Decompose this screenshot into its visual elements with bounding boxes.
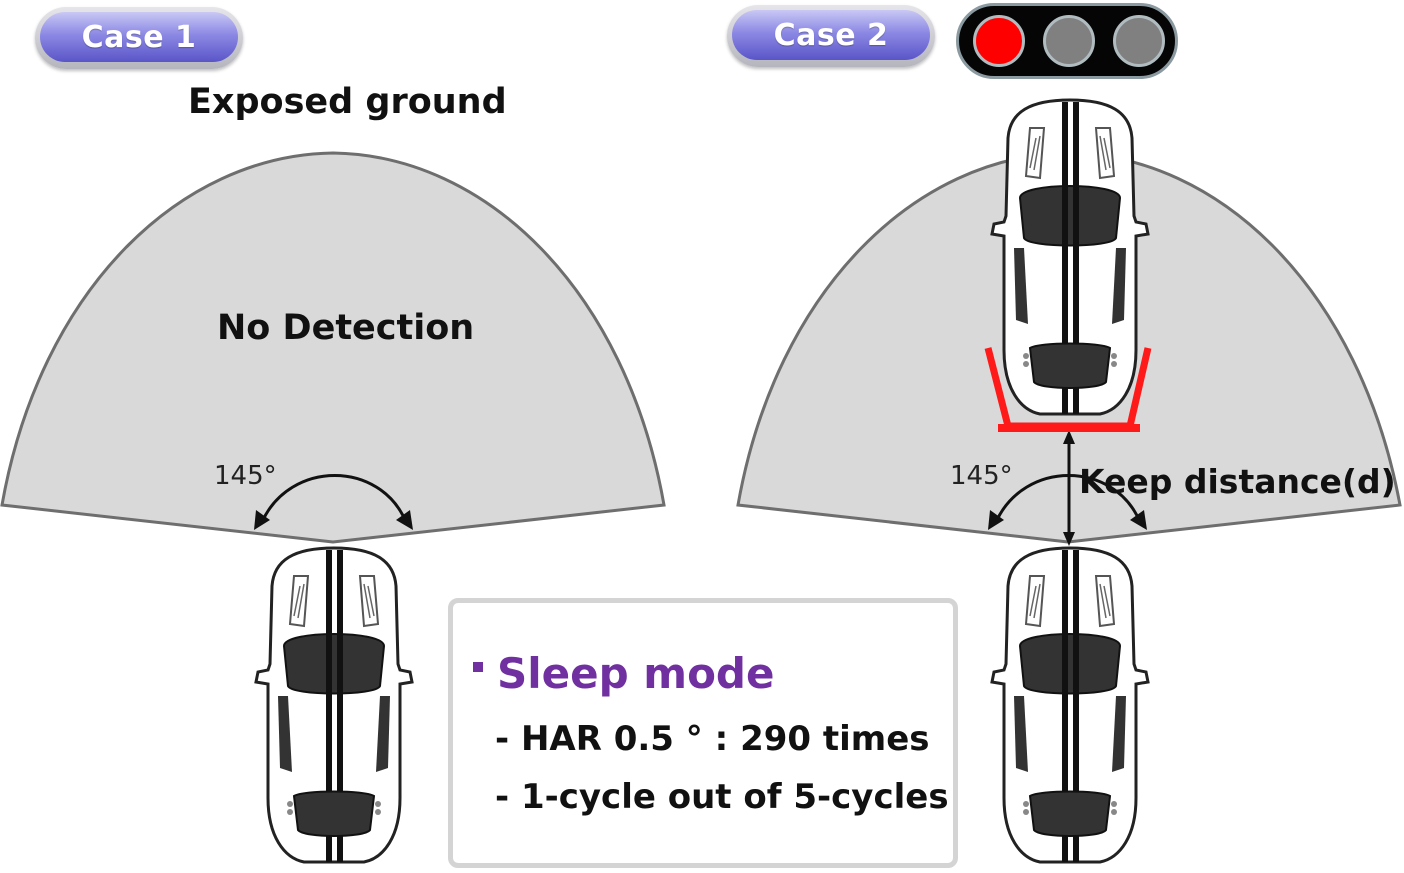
case2-badge: Case 2 xyxy=(727,5,935,67)
traffic-light xyxy=(956,3,1178,79)
car-case2-lead xyxy=(990,98,1150,416)
car-case1-ego xyxy=(254,546,414,864)
bullet-square-icon xyxy=(473,661,483,672)
sleep-mode-line-1: - HAR 0.5 ° : 290 times xyxy=(495,719,930,759)
sleep-mode-line-2: - 1-cycle out of 5-cycles xyxy=(495,777,949,817)
car-case2-ego xyxy=(990,546,1150,864)
sleep-mode-title: Sleep mode xyxy=(473,649,774,698)
diagram-canvas: Case 1 Case 2 Exposed ground No Detectio… xyxy=(0,0,1404,873)
traffic-lamp-red xyxy=(973,15,1025,67)
case1-heading: Exposed ground xyxy=(188,82,507,122)
case1-angle-label: 145° xyxy=(214,461,277,491)
case2-badge-label: Case 2 xyxy=(732,10,930,60)
case2-angle-label: 145° xyxy=(950,461,1013,491)
keep-distance-label: Keep distance(d) xyxy=(1079,462,1396,501)
sleep-mode-title-text: Sleep mode xyxy=(497,649,775,698)
case1-badge: Case 1 xyxy=(35,7,243,69)
sleep-mode-box: Sleep mode - HAR 0.5 ° : 290 times - 1-c… xyxy=(448,598,958,868)
case1-badge-label: Case 1 xyxy=(40,12,238,62)
traffic-lamp-right xyxy=(1113,15,1165,67)
case1-fov-text: No Detection xyxy=(217,308,475,348)
traffic-lamp-middle xyxy=(1043,15,1095,67)
